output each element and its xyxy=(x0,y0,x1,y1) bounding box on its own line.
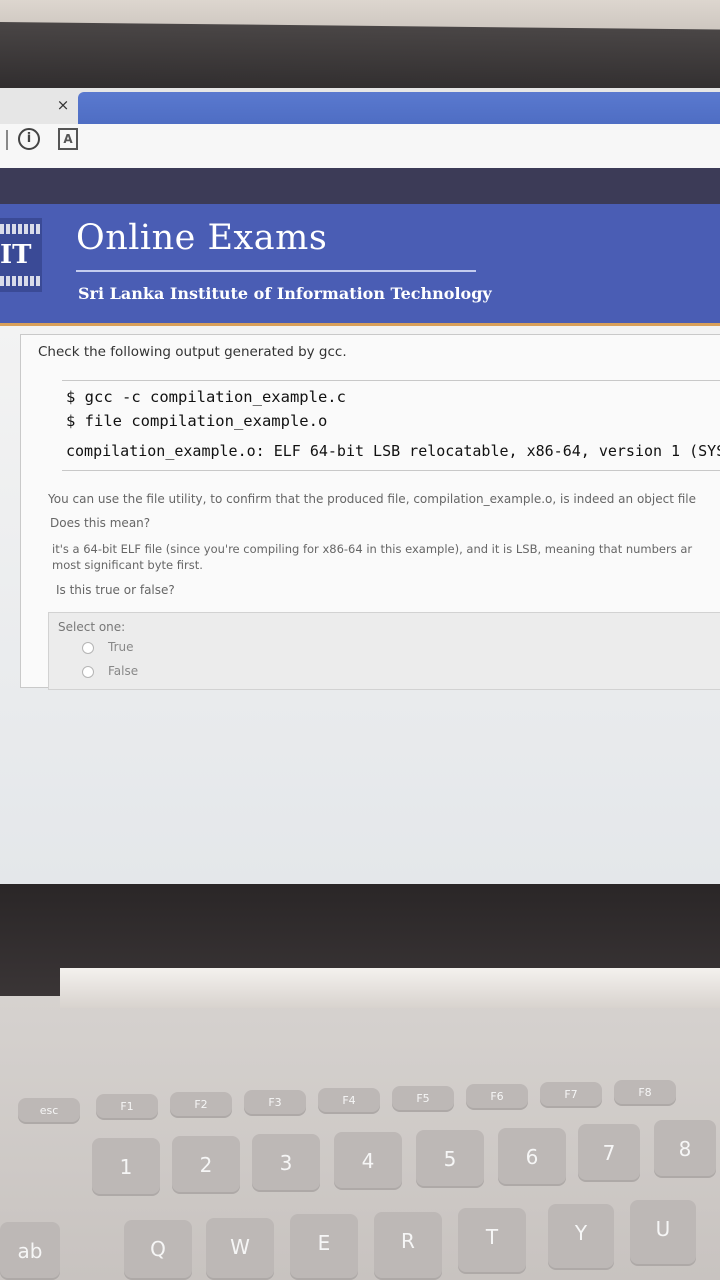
address-divider xyxy=(6,130,8,150)
option-false-label[interactable]: False xyxy=(108,664,138,678)
key-f4[interactable]: F4 xyxy=(318,1088,380,1114)
question-statement: most significant byte first. xyxy=(52,558,203,572)
logo-pattern-icon xyxy=(0,276,40,286)
key-f8[interactable]: F8 xyxy=(614,1080,676,1106)
key-f3[interactable]: F3 xyxy=(244,1090,306,1116)
institute-name: Sri Lanka Institute of Information Techn… xyxy=(78,284,492,303)
key-4[interactable]: 4 xyxy=(334,1132,402,1190)
question-prompt: Does this mean? xyxy=(50,516,151,530)
key-7[interactable]: 7 xyxy=(578,1124,640,1182)
code-divider xyxy=(62,470,720,471)
key-esc[interactable]: esc xyxy=(18,1098,80,1124)
question-lead: Check the following output generated by … xyxy=(38,344,347,360)
key-3[interactable]: 3 xyxy=(252,1134,320,1192)
answer-box xyxy=(48,612,720,690)
key-e[interactable]: E xyxy=(290,1214,358,1280)
code-line: compilation_example.o: ELF 64-bit LSB re… xyxy=(66,442,720,460)
code-line: $ file compilation_example.o xyxy=(66,412,328,430)
address-bar[interactable] xyxy=(0,124,720,169)
key-f7[interactable]: F7 xyxy=(540,1082,602,1108)
key-f6[interactable]: F6 xyxy=(466,1084,528,1110)
laptop-hinge xyxy=(60,968,720,1008)
title-divider xyxy=(76,270,476,272)
key-t[interactable]: T xyxy=(458,1208,526,1274)
radio-false[interactable] xyxy=(82,666,94,678)
question-ask: Is this true or false? xyxy=(56,583,175,597)
key-f5[interactable]: F5 xyxy=(392,1086,454,1112)
key-u[interactable]: U xyxy=(630,1200,696,1266)
key-w[interactable]: W xyxy=(206,1218,274,1280)
key-tab[interactable]: ab xyxy=(0,1222,60,1280)
key-q[interactable]: Q xyxy=(124,1220,192,1280)
info-icon[interactable]: i xyxy=(18,128,40,150)
browser-tab[interactable] xyxy=(78,92,720,128)
question-statement: it's a 64-bit ELF file (since you're com… xyxy=(52,542,693,556)
key-8[interactable]: 8 xyxy=(654,1120,716,1178)
page-icon[interactable]: A xyxy=(58,128,78,150)
question-explanation: You can use the file utility, to confirm… xyxy=(48,492,697,506)
key-1[interactable]: 1 xyxy=(92,1138,160,1196)
key-2[interactable]: 2 xyxy=(172,1136,240,1194)
key-r[interactable]: R xyxy=(374,1212,442,1280)
logo-text: IT xyxy=(0,240,32,270)
logo-pattern-icon xyxy=(0,224,40,234)
code-divider xyxy=(62,380,720,381)
close-icon[interactable]: × xyxy=(54,96,72,114)
key-y[interactable]: Y xyxy=(548,1204,614,1270)
radio-true[interactable] xyxy=(82,642,94,654)
code-line: $ gcc -c compilation_example.c xyxy=(66,388,346,406)
key-6[interactable]: 6 xyxy=(498,1128,566,1186)
key-f1[interactable]: F1 xyxy=(96,1094,158,1120)
page-title: Online Exams xyxy=(76,218,328,258)
key-f2[interactable]: F2 xyxy=(170,1092,232,1118)
select-label: Select one: xyxy=(58,620,126,634)
key-5[interactable]: 5 xyxy=(416,1130,484,1188)
site-top-strip xyxy=(0,168,720,204)
option-true-label[interactable]: True xyxy=(108,640,134,654)
